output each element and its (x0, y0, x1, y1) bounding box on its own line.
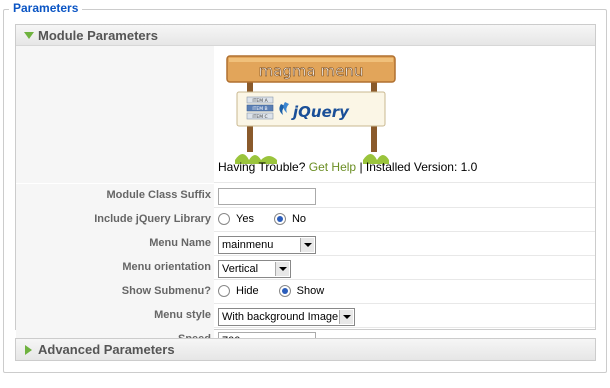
class-suffix-row: Module Class Suffix (16, 184, 595, 208)
include-jquery-yes-radio[interactable] (218, 213, 230, 225)
menu-orientation-select[interactable]: Vertical (218, 260, 291, 278)
advanced-parameters-header[interactable]: Advanced Parameters (16, 339, 595, 360)
show-option-label: Show (296, 285, 325, 297)
chevron-down-icon (275, 262, 289, 276)
module-parameters-header[interactable]: Module Parameters (16, 25, 595, 46)
help-line: Having Trouble? Get Help | Installed Ver… (218, 160, 478, 174)
submenu-hide-radio[interactable] (218, 285, 230, 297)
class-suffix-input[interactable] (218, 188, 316, 205)
parameters-legend: Parameters (9, 1, 83, 15)
hide-option-label: Hide (236, 285, 259, 297)
jquery-wordmark: jQuery (291, 103, 350, 121)
yes-option-label: Yes (236, 213, 254, 225)
show-submenu-row: Show Submenu? Hide Show (16, 280, 595, 304)
module-parameters-title: Module Parameters (38, 28, 158, 43)
chevron-down-icon (339, 310, 353, 324)
include-jquery-label: Include jQuery Library (94, 213, 211, 225)
include-jquery-no-radio[interactable] (273, 213, 286, 225)
logo-title: magma menu (259, 62, 364, 80)
chevron-down-icon (300, 238, 314, 252)
menu-name-label: Menu Name (149, 237, 211, 249)
menu-name-select[interactable]: mainmenu (218, 236, 316, 254)
get-help-link[interactable]: Get Help (309, 160, 356, 174)
svg-text:ITEM C: ITEM C (252, 114, 267, 120)
magma-menu-logo: magma menu ITEM A ITEM B ITEM C jQuery (226, 55, 396, 164)
submenu-show-radio[interactable] (278, 285, 291, 297)
menu-name-row: Menu Name mainmenu (16, 232, 595, 256)
collapsed-arrow-icon (25, 345, 32, 355)
menu-orientation-label: Menu orientation (122, 261, 211, 273)
svg-text:ITEM B: ITEM B (252, 106, 267, 112)
advanced-parameters-title: Advanced Parameters (38, 342, 175, 357)
no-option-label: No (291, 213, 307, 225)
class-suffix-label: Module Class Suffix (106, 189, 211, 201)
include-jquery-row: Include jQuery Library Yes No (16, 208, 595, 232)
menu-style-label: Menu style (154, 309, 211, 321)
advanced-parameters-panel: Advanced Parameters (15, 338, 596, 361)
logo-row: magma menu ITEM A ITEM B ITEM C jQuery H… (16, 46, 595, 183)
module-parameters-panel: Module Parameters magma menu ITEM A ITEM… (15, 24, 596, 352)
menu-style-select[interactable]: With background Image (218, 308, 355, 326)
show-submenu-label: Show Submenu? (121, 285, 211, 297)
menu-style-row: Menu style With background Image (16, 304, 595, 328)
svg-text:ITEM A: ITEM A (252, 98, 268, 104)
expanded-arrow-icon (24, 32, 34, 39)
menu-orientation-row: Menu orientation Vertical (16, 256, 595, 280)
